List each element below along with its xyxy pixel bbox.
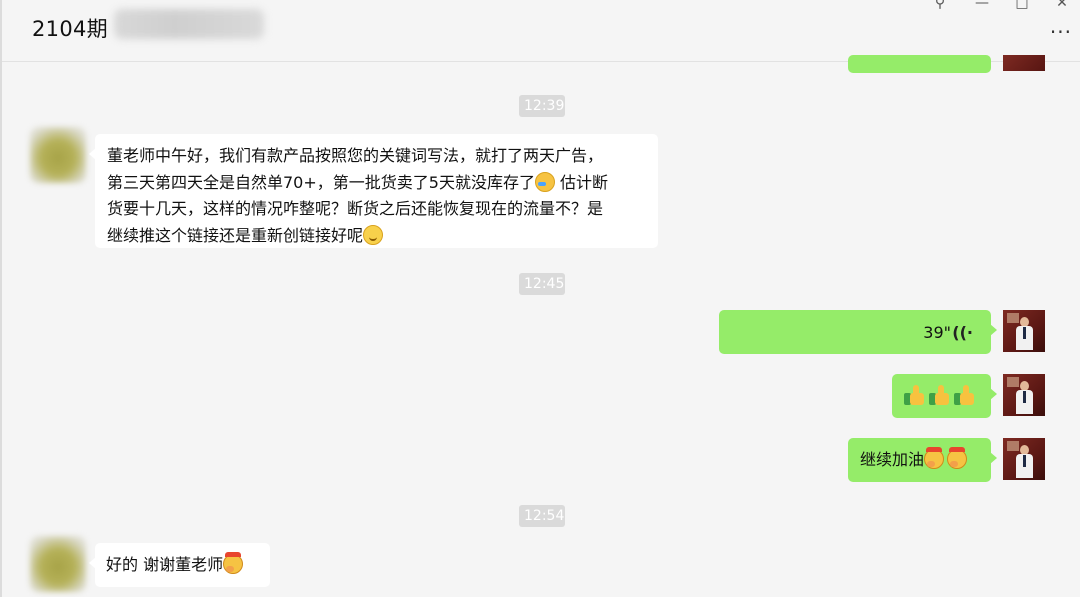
face-with-tears-of-joy-emoji: [534, 171, 555, 192]
emoji-message-bubble[interactable]: [892, 374, 997, 418]
timestamp: 12:54: [519, 505, 565, 527]
message-bubble[interactable]: 继续加油: [848, 438, 997, 482]
message-text: 继续加油: [860, 450, 925, 469]
contact-avatar[interactable]: [30, 536, 86, 592]
cheering-face-emoji: [924, 447, 945, 469]
voice-message-bubble[interactable]: 39" ((·: [719, 310, 997, 354]
close-icon[interactable]: ✕: [1050, 0, 1074, 10]
more-icon[interactable]: ···: [1050, 22, 1072, 42]
timestamp: 12:39: [519, 95, 565, 117]
previous-message-bubble[interactable]: [848, 55, 991, 73]
my-avatar[interactable]: [1003, 374, 1045, 416]
timestamp: 12:45: [519, 273, 565, 295]
thumbs-up-emoji: [929, 384, 951, 406]
window-left-edge: [0, 0, 2, 597]
pin-icon[interactable]: ⚲: [928, 0, 952, 10]
minimize-icon[interactable]: —: [970, 0, 994, 10]
voice-wave-icon: ((·: [952, 323, 973, 342]
message-text-line: 第三天第四天全是自然单70+，第一批货卖了5天就没库存了 估计断: [107, 171, 609, 192]
chat-header: 2104期 ⚲ — □ ✕ ···: [2, 0, 1080, 62]
message-bubble[interactable]: 好的 谢谢董老师: [89, 543, 270, 587]
maximize-icon[interactable]: □: [1010, 0, 1034, 10]
cheering-face-emoji: [223, 552, 244, 574]
message-text: 好的 谢谢董老师: [106, 555, 224, 574]
message-text-line: 继续推这个链接还是重新创链接好呢: [107, 223, 646, 250]
thumbs-up-emoji: [904, 384, 926, 406]
thumbs-up-emoji: [954, 384, 976, 406]
my-avatar[interactable]: [1003, 438, 1045, 480]
contact-avatar[interactable]: [30, 127, 86, 183]
smiling-face-emoji: [363, 224, 384, 245]
message-text-line: 货要十几天，这样的情况咋整呢？断货之后还能恢复现在的流量不？是: [107, 199, 604, 218]
my-avatar[interactable]: [1003, 310, 1045, 352]
blurred-title-suffix: [114, 9, 264, 39]
my-avatar[interactable]: [1003, 55, 1045, 71]
cheering-face-emoji: [947, 447, 968, 469]
chat-title: 2104期: [32, 17, 108, 41]
message-bubble[interactable]: 董老师中午好，我们有款产品按照您的关键词写法，就打了两天广告， 第三天第四天全是…: [89, 134, 658, 250]
message-text-line: 董老师中午好，我们有款产品按照您的关键词写法，就打了两天广告，: [107, 146, 604, 165]
voice-duration: 39": [923, 323, 951, 342]
